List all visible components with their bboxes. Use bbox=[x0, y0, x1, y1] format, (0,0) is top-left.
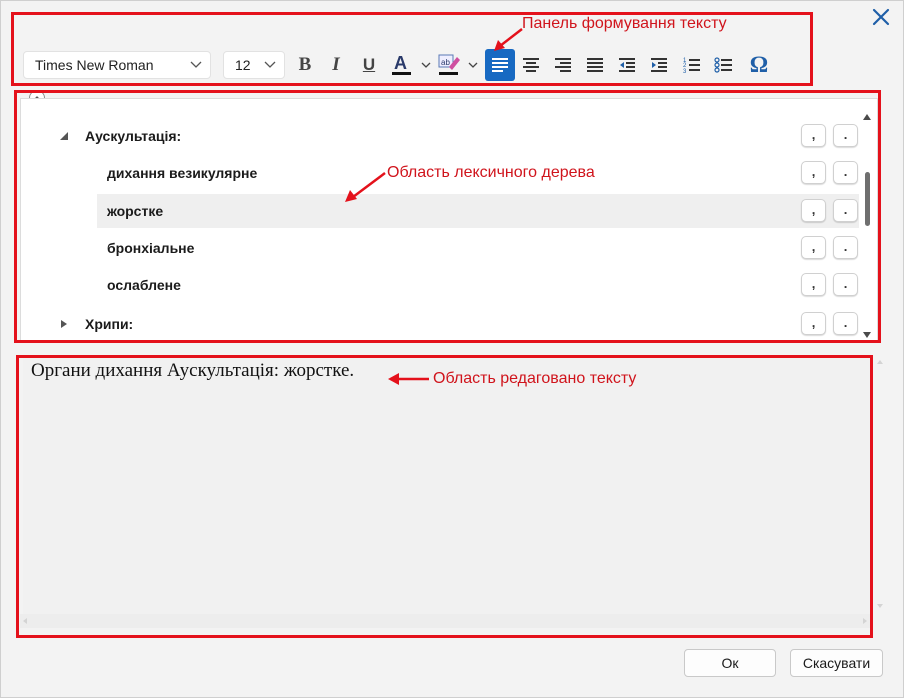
align-right-button[interactable] bbox=[548, 49, 578, 81]
font-color-icon: A bbox=[392, 53, 431, 75]
dialog-window: Times New Roman 12 B I U A ab 1 2 3 Ω Ау… bbox=[0, 0, 904, 698]
comma-button[interactable]: , bbox=[801, 199, 826, 222]
comma-button[interactable]: , bbox=[801, 124, 826, 147]
justify-button[interactable] bbox=[580, 49, 610, 81]
editor-vertical-scrollbar[interactable] bbox=[873, 355, 887, 615]
align-center-icon bbox=[523, 58, 539, 72]
comma-button[interactable]: , bbox=[801, 312, 826, 335]
toolbar-annotation-arrow-icon bbox=[494, 28, 523, 51]
editor-annotation-label: Область редаговано тексту bbox=[433, 370, 637, 387]
tree-annotation-label: Область лексичного дерева bbox=[387, 164, 595, 181]
align-center-button[interactable] bbox=[516, 49, 546, 81]
omega-icon: Ω bbox=[749, 52, 769, 77]
chevron-down-icon bbox=[264, 61, 276, 68]
tree-group-rales[interactable]: Хрипи: , . bbox=[25, 307, 859, 341]
period-button[interactable]: . bbox=[833, 236, 858, 259]
text-editor[interactable] bbox=[23, 356, 871, 614]
indent-icon bbox=[651, 58, 667, 72]
scroll-right-arrow-icon bbox=[863, 618, 867, 624]
font-family-select[interactable]: Times New Roman bbox=[23, 51, 211, 79]
underline-button[interactable]: U bbox=[354, 49, 384, 81]
tree-group-auscultation[interactable]: Аускультація: , . bbox=[25, 119, 859, 153]
scroll-up-arrow-icon bbox=[863, 114, 871, 120]
align-left-icon bbox=[492, 58, 508, 72]
tree-scroll-thumb[interactable] bbox=[865, 172, 870, 226]
font-family-value: Times New Roman bbox=[35, 57, 154, 73]
formatting-toolbar: Times New Roman 12 B I U A ab 1 2 3 Ω bbox=[17, 45, 781, 83]
svg-text:ab: ab bbox=[441, 58, 450, 67]
period-button[interactable]: . bbox=[833, 161, 858, 184]
close-icon bbox=[872, 8, 890, 26]
cancel-button[interactable]: Скасувати bbox=[790, 649, 883, 677]
scroll-down-arrow-icon bbox=[863, 332, 871, 338]
decrease-indent-button[interactable] bbox=[612, 49, 642, 81]
highlight-icon: ab bbox=[438, 54, 478, 75]
collapsed-triangle-icon bbox=[61, 320, 67, 328]
svg-text:3: 3 bbox=[683, 69, 687, 75]
numbered-list-button[interactable]: 1 2 3 bbox=[677, 49, 707, 81]
tree-item-label: дихання везикулярне bbox=[107, 165, 258, 181]
align-left-button[interactable] bbox=[485, 49, 515, 81]
align-right-icon bbox=[555, 58, 571, 72]
underline-icon: U bbox=[362, 55, 376, 74]
tree-item-label: ослаблене bbox=[107, 277, 181, 293]
editor-text[interactable]: Органи дихання Аускультація: жорстке. bbox=[31, 360, 354, 382]
highlight-color-button[interactable]: ab bbox=[435, 49, 481, 81]
tree-item-label: бронхіальне bbox=[107, 240, 195, 256]
special-character-button[interactable]: Ω bbox=[743, 49, 775, 81]
italic-button[interactable]: I bbox=[321, 49, 351, 81]
tree-group-label: Аускультація: bbox=[85, 128, 182, 144]
italic-icon: I bbox=[332, 54, 340, 75]
scroll-left-arrow-icon bbox=[23, 618, 27, 624]
comma-button[interactable]: , bbox=[801, 273, 826, 296]
tree-group-label: Хрипи: bbox=[85, 316, 134, 332]
numbered-list-icon: 1 2 3 bbox=[683, 58, 700, 75]
close-button[interactable] bbox=[867, 4, 895, 30]
tree-item[interactable]: бронхіальне , . bbox=[25, 231, 859, 265]
period-button[interactable]: . bbox=[833, 124, 858, 147]
expanded-triangle-icon bbox=[60, 132, 68, 140]
bold-icon: B bbox=[298, 54, 312, 75]
bold-button[interactable]: B bbox=[290, 49, 320, 81]
font-size-value: 12 bbox=[235, 57, 251, 73]
tree-item-label: жорстке bbox=[107, 203, 164, 219]
editor-annotation-arrow-icon bbox=[388, 373, 429, 385]
text-color-button[interactable]: A bbox=[388, 49, 434, 81]
comma-button[interactable]: , bbox=[801, 161, 826, 184]
font-size-select[interactable]: 12 bbox=[223, 51, 285, 79]
tree-item[interactable]: ослаблене , . bbox=[25, 268, 859, 302]
tree-annotation-arrow-icon bbox=[345, 172, 386, 202]
scroll-up-arrow-icon bbox=[877, 360, 883, 364]
increase-indent-button[interactable] bbox=[644, 49, 674, 81]
period-button[interactable]: . bbox=[833, 273, 858, 296]
chevron-down-icon bbox=[190, 61, 202, 68]
bullet-list-icon bbox=[714, 57, 732, 73]
ok-button[interactable]: Ок bbox=[684, 649, 776, 677]
outdent-icon bbox=[619, 58, 635, 72]
tree-item-selected[interactable]: жорстке , . bbox=[97, 194, 859, 228]
period-button[interactable]: . bbox=[833, 199, 858, 222]
align-justify-icon bbox=[587, 58, 603, 72]
svg-text:A: A bbox=[394, 53, 407, 73]
editor-horizontal-scrollbar[interactable] bbox=[20, 614, 872, 628]
period-button[interactable]: . bbox=[833, 312, 858, 335]
comma-button[interactable]: , bbox=[801, 236, 826, 259]
scroll-down-arrow-icon bbox=[877, 604, 883, 608]
toolbar-annotation-label: Панель формування тексту bbox=[522, 15, 727, 32]
bullet-list-button[interactable] bbox=[709, 49, 739, 81]
